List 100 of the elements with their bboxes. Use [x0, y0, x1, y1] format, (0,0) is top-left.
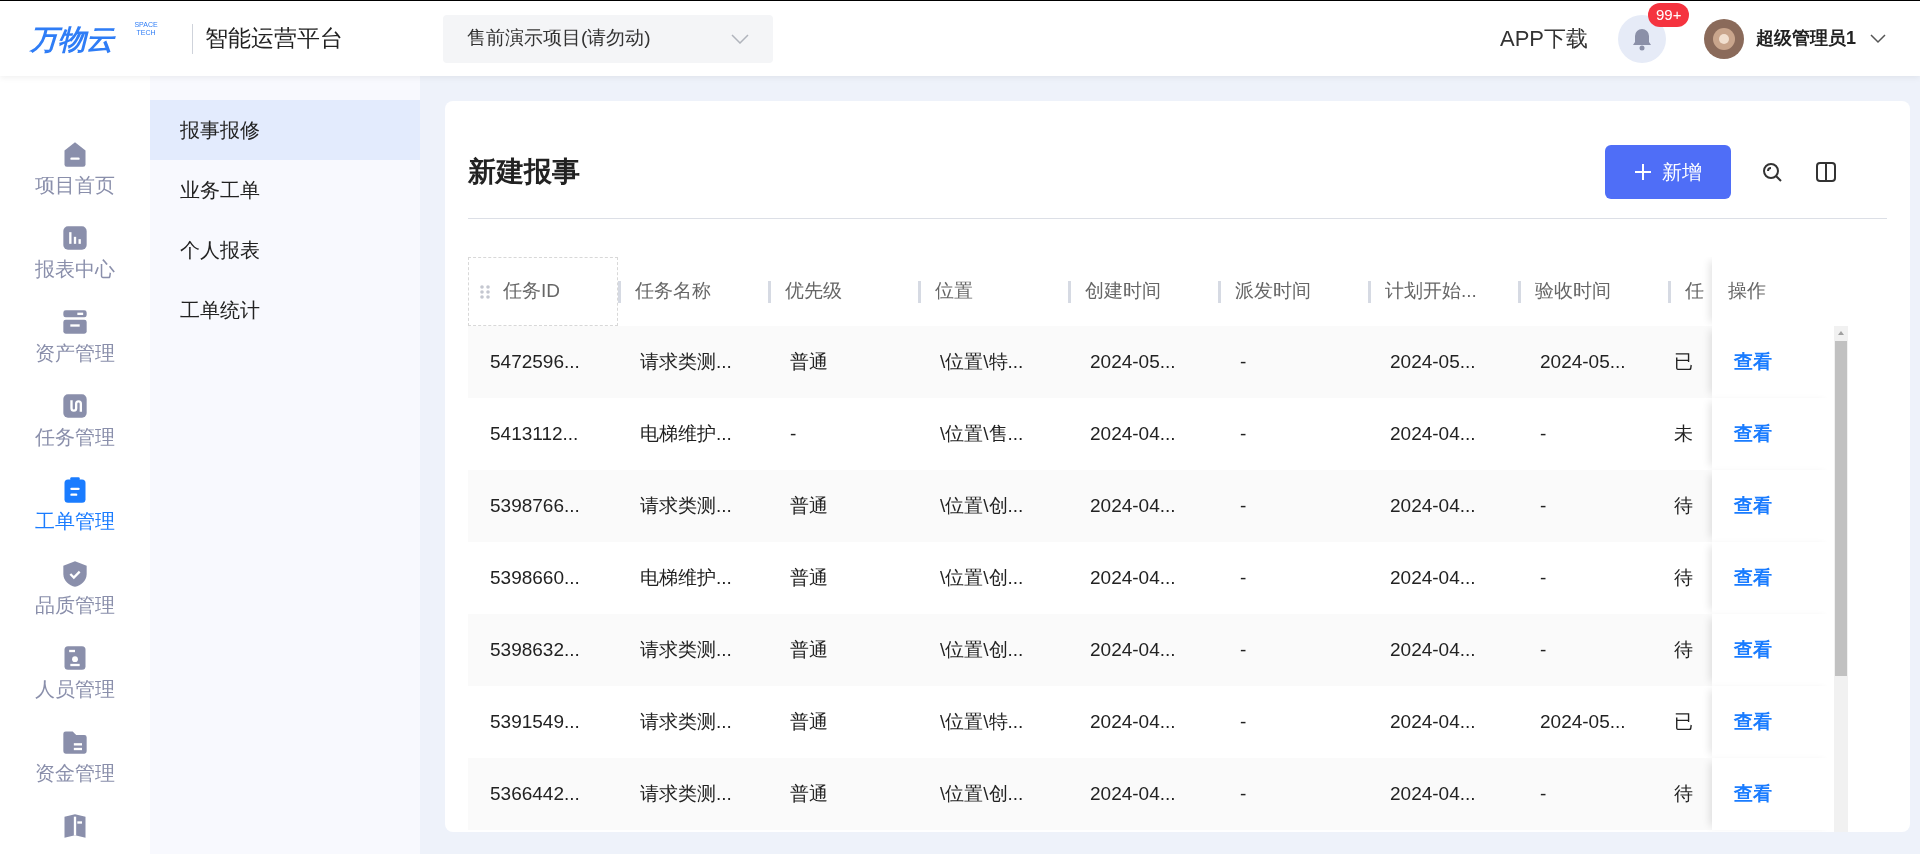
table-cell-text: 普通 — [790, 781, 828, 806]
drag-handle-icon[interactable] — [479, 283, 491, 300]
table-cell-text: \位置\创... — [940, 493, 1024, 518]
table-cell-text: 请求类测... — [640, 709, 732, 734]
table-cell-text: 普通 — [790, 709, 828, 734]
column-header[interactable]: 任务名称 — [635, 277, 711, 306]
table-cell-text: 2024-04... — [1090, 421, 1176, 446]
view-link[interactable]: 查看 — [1734, 563, 1772, 593]
table-cell-text: 5398660... — [490, 565, 580, 590]
table-cell-text: 2024-04... — [1090, 781, 1176, 806]
table-cell-text: 5391549... — [490, 709, 580, 734]
view-link[interactable]: 查看 — [1734, 491, 1772, 521]
nav-item[interactable]: 任务管理 — [35, 392, 115, 450]
table-cell-text: 2024-04... — [1390, 781, 1476, 806]
table-cell-text: 已 — [1674, 709, 1693, 734]
add-button[interactable]: 新增 — [1605, 144, 1731, 199]
logo-text: 万物云 — [30, 24, 114, 55]
table-cell-text: 2024-05... — [1090, 349, 1176, 374]
column-header[interactable]: 派发时间 — [1235, 277, 1311, 306]
column-header[interactable]: 计划开始... — [1385, 277, 1477, 306]
table-cell-text: 已 — [1674, 349, 1693, 374]
table-cell-text: 2024-05... — [1540, 709, 1626, 734]
table-cell-text: 普通 — [790, 637, 828, 662]
view-link[interactable]: 查看 — [1734, 419, 1772, 449]
app-download-link[interactable]: APP下载 — [1499, 22, 1588, 55]
column-header[interactable]: 验收时间 — [1535, 277, 1611, 306]
view-link[interactable]: 查看 — [1734, 635, 1772, 665]
table-cell-text: 未 — [1674, 421, 1693, 446]
table-cell-text: - — [1240, 781, 1247, 806]
column-header[interactable]: 创建时间 — [1085, 277, 1161, 306]
table-cell-text: - — [1540, 565, 1547, 590]
column-header[interactable]: 优先级 — [785, 277, 842, 306]
view-link[interactable]: 查看 — [1734, 707, 1772, 737]
nav-item[interactable]: 资产管理 — [35, 308, 115, 366]
user-name[interactable]: 超级管理员1 — [1756, 25, 1856, 52]
table-cell-text: - — [1540, 637, 1547, 662]
table-cell-text: - — [1540, 421, 1547, 446]
table-cell-text: 2024-04... — [1390, 709, 1476, 734]
table-cell-text: \位置\创... — [940, 637, 1024, 662]
table-cell-text: 2024-04... — [1390, 493, 1476, 518]
chevron-down-icon[interactable] — [1870, 33, 1886, 44]
table-cell-text: 2024-04... — [1390, 421, 1476, 446]
table-cell-text: 2024-04... — [1390, 637, 1476, 662]
nav-item[interactable]: 品质管理 — [35, 560, 115, 618]
view-link[interactable]: 查看 — [1734, 779, 1772, 809]
table-cell-text: 2024-04... — [1390, 565, 1476, 590]
table-cell-text: \位置\创... — [940, 781, 1024, 806]
table-cell-text: 2024-04... — [1090, 709, 1176, 734]
nav-item[interactable]: 人员管理 — [35, 644, 115, 702]
table-cell-text: 普通 — [790, 565, 828, 590]
nav-item[interactable]: 资金管理 — [35, 728, 115, 786]
table-cell-text: 普通 — [790, 493, 828, 518]
nav-item[interactable]: 工单管理 — [35, 476, 115, 534]
column-header[interactable]: 任务ID — [503, 277, 560, 306]
submenu-item[interactable]: 个人报表 — [150, 220, 420, 280]
table-cell-text: - — [1240, 709, 1247, 734]
chevron-down-icon — [731, 33, 749, 44]
table-cell-text: - — [1240, 565, 1247, 590]
submenu-item[interactable]: 业务工单 — [150, 160, 420, 220]
table-cell-text: 5398632... — [490, 637, 580, 662]
submenu-item[interactable]: 工单统计 — [150, 280, 420, 340]
table-cell-text: - — [1240, 493, 1247, 518]
table-cell-text: 请求类测... — [640, 781, 732, 806]
nav-item[interactable]: 报表中心 — [35, 224, 115, 282]
table-cell-text: 5472596... — [490, 349, 580, 374]
scrollbar[interactable] — [1834, 326, 1848, 832]
table-cell-text: 请求类测... — [640, 637, 732, 662]
table-cell-text: 请求类测... — [640, 493, 732, 518]
table-cell-text: - — [1540, 781, 1547, 806]
view-link[interactable]: 查看 — [1734, 347, 1772, 377]
nav-item[interactable]: 项目首页 — [35, 140, 115, 198]
notification-count-badge: 99+ — [1648, 2, 1690, 27]
table-cell-text: - — [1240, 421, 1247, 446]
table-cell-text: - — [1540, 493, 1547, 518]
table-cell-text: 5366442... — [490, 781, 580, 806]
search-icon[interactable] — [1761, 160, 1783, 183]
table-cell-text: 请求类测... — [640, 349, 732, 374]
table-cell-text: 待 — [1674, 493, 1693, 518]
table-cell-text: - — [1240, 349, 1247, 374]
table-cell-text: 2024-05... — [1540, 349, 1626, 374]
table-cell-text: 待 — [1674, 565, 1693, 590]
project-select[interactable]: 售前演示项目(请勿动) — [443, 14, 773, 63]
table-cell-text: \位置\特... — [940, 709, 1024, 734]
table-cell-text: 电梯维护... — [640, 565, 732, 590]
table-cell-text: 电梯维护... — [640, 421, 732, 446]
table-cell-text: 待 — [1674, 637, 1693, 662]
table-cell-text: 2024-05... — [1390, 349, 1476, 374]
table-cell-text: 2024-04... — [1090, 493, 1176, 518]
avatar[interactable] — [1704, 18, 1744, 59]
platform-title: 智能运营平台 — [205, 24, 343, 54]
column-header[interactable]: 位置 — [935, 277, 973, 306]
column-layout-icon[interactable] — [1815, 160, 1837, 183]
submenu-item[interactable]: 报事报修 — [150, 100, 420, 160]
column-header[interactable]: 任 — [1685, 277, 1704, 306]
table-cell-text: 待 — [1674, 781, 1693, 806]
table-cell-text: - — [1240, 637, 1247, 662]
scroll-up-arrow-icon[interactable] — [1837, 329, 1845, 337]
bell-icon — [1631, 26, 1653, 51]
column-header: 操作 — [1728, 279, 1766, 304]
task-icon — [61, 392, 89, 420]
